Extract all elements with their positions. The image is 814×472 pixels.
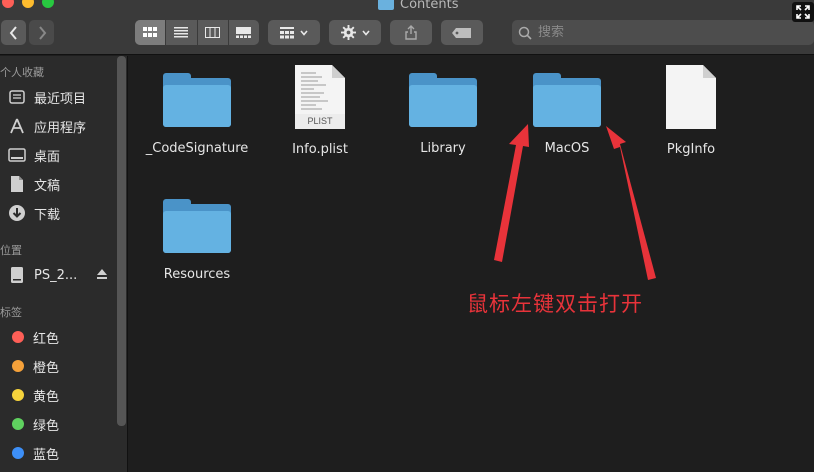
document-icon <box>665 64 717 130</box>
file-item[interactable]: PLIST Info.plist <box>260 64 380 157</box>
share-button[interactable] <box>390 20 432 45</box>
window-toolbar: Contents <box>0 0 814 55</box>
folder-icon <box>409 73 477 127</box>
tag-icon <box>452 27 471 38</box>
sidebar-item-label: 最近项目 <box>34 91 87 107</box>
folder-icon <box>163 73 231 127</box>
eject-icon[interactable] <box>96 268 108 280</box>
locations-heading: 位置 <box>0 244 22 257</box>
sidebar-tag-orange[interactable]: 橙色 <box>12 356 59 376</box>
grid-icon <box>143 27 158 37</box>
tags-heading: 标签 <box>0 306 22 319</box>
file-name: _CodeSignature <box>145 141 249 156</box>
sidebar-tag-label: 红色 <box>33 331 60 347</box>
sidebar-tag-red[interactable]: 红色 <box>12 327 59 347</box>
back-button[interactable] <box>1 20 26 45</box>
sidebar-tag-blue[interactable]: 蓝色 <box>12 443 59 463</box>
drive-icon <box>8 266 26 284</box>
icon-view-button[interactable] <box>135 20 167 45</box>
gear-icon <box>340 25 356 40</box>
green-tag-dot <box>12 418 24 430</box>
sidebar-item-desktop[interactable]: 桌面 <box>8 143 60 167</box>
columns-icon <box>205 27 221 38</box>
sidebar-item-recents[interactable]: 最近项目 <box>8 85 86 109</box>
forward-button[interactable] <box>29 20 54 45</box>
sidebar: 个人收藏 最近项目 应用程序 桌面 文稿 下载 位置 PS_2... 标签 红色… <box>0 56 128 472</box>
window-title: Contents <box>378 0 458 12</box>
sidebar-scrollbar[interactable] <box>117 56 126 426</box>
blue-tag-dot <box>12 447 24 459</box>
sidebar-item-label: 下载 <box>34 207 61 223</box>
applications-icon <box>8 117 26 135</box>
column-view-button[interactable] <box>198 20 229 45</box>
view-mode-control <box>135 20 259 45</box>
sidebar-item-applications[interactable]: 应用程序 <box>8 114 86 138</box>
sidebar-tag-label: 绿色 <box>33 418 60 434</box>
folder-icon <box>533 73 601 127</box>
sidebar-item-label: PS_2... <box>34 267 78 283</box>
zoom-window-button[interactable] <box>42 0 54 8</box>
search-field[interactable] <box>512 20 814 45</box>
sidebar-item-label: 文稿 <box>34 178 61 194</box>
chevron-right-icon <box>38 25 46 40</box>
sidebar-item-label: 桌面 <box>34 149 61 165</box>
folder-icon <box>163 199 231 253</box>
minimize-window-button[interactable] <box>22 0 34 8</box>
file-name: Info.plist <box>292 142 348 157</box>
file-item[interactable]: PkgInfo <box>631 64 751 157</box>
tags-button[interactable] <box>441 20 483 45</box>
orange-tag-dot <box>12 360 24 372</box>
chevron-down-icon <box>300 29 308 36</box>
action-menu-button[interactable] <box>329 20 381 45</box>
download-icon <box>8 204 26 222</box>
grid-group-icon <box>280 26 294 38</box>
chevron-down-icon <box>361 29 370 36</box>
annotation-text: 鼠标左键双击打开 <box>467 292 643 316</box>
sidebar-item-volume[interactable]: PS_2... <box>8 263 77 287</box>
sidebar-tag-label: 黄色 <box>33 389 60 405</box>
sidebar-item-label: 应用程序 <box>34 120 87 136</box>
sidebar-tag-yellow[interactable]: 黄色 <box>12 385 59 405</box>
file-name: PkgInfo <box>666 142 716 157</box>
file-browser: _CodeSignature PLIST Info.plist Library <box>129 56 814 472</box>
desktop-icon <box>8 146 26 164</box>
gallery-view-button[interactable] <box>229 20 259 45</box>
expand-icon <box>796 5 810 19</box>
list-view-button[interactable] <box>166 20 198 45</box>
plist-file-icon: PLIST <box>294 64 346 130</box>
file-item[interactable]: MacOS <box>507 73 627 156</box>
clock-icon <box>8 88 26 106</box>
file-item[interactable]: Resources <box>137 199 257 282</box>
plist-badge: PLIST <box>307 116 333 126</box>
search-input[interactable] <box>538 25 798 40</box>
group-by-button[interactable] <box>268 20 320 45</box>
red-tag-dot <box>12 331 24 343</box>
file-name: Library <box>420 141 466 156</box>
share-icon <box>405 25 417 40</box>
sidebar-tag-green[interactable]: 绿色 <box>12 414 59 434</box>
sidebar-tag-label: 蓝色 <box>33 447 60 463</box>
window-title-text: Contents <box>400 0 459 12</box>
yellow-tag-dot <box>12 389 24 401</box>
close-window-button[interactable] <box>2 0 14 8</box>
folder-icon <box>378 0 394 10</box>
favorites-heading: 个人收藏 <box>0 66 44 79</box>
search-icon <box>518 26 532 40</box>
file-name: Resources <box>163 267 231 282</box>
sidebar-item-documents[interactable]: 文稿 <box>8 172 60 196</box>
fullscreen-button[interactable] <box>792 2 814 22</box>
file-name: MacOS <box>544 141 590 156</box>
file-item[interactable]: Library <box>383 73 503 156</box>
sidebar-tag-label: 橙色 <box>33 360 60 376</box>
file-item[interactable]: _CodeSignature <box>137 73 257 156</box>
gallery-icon <box>236 27 252 38</box>
chevron-left-icon <box>9 25 17 40</box>
sidebar-item-downloads[interactable]: 下载 <box>8 201 60 225</box>
documents-icon <box>8 175 26 193</box>
list-icon <box>174 27 189 38</box>
